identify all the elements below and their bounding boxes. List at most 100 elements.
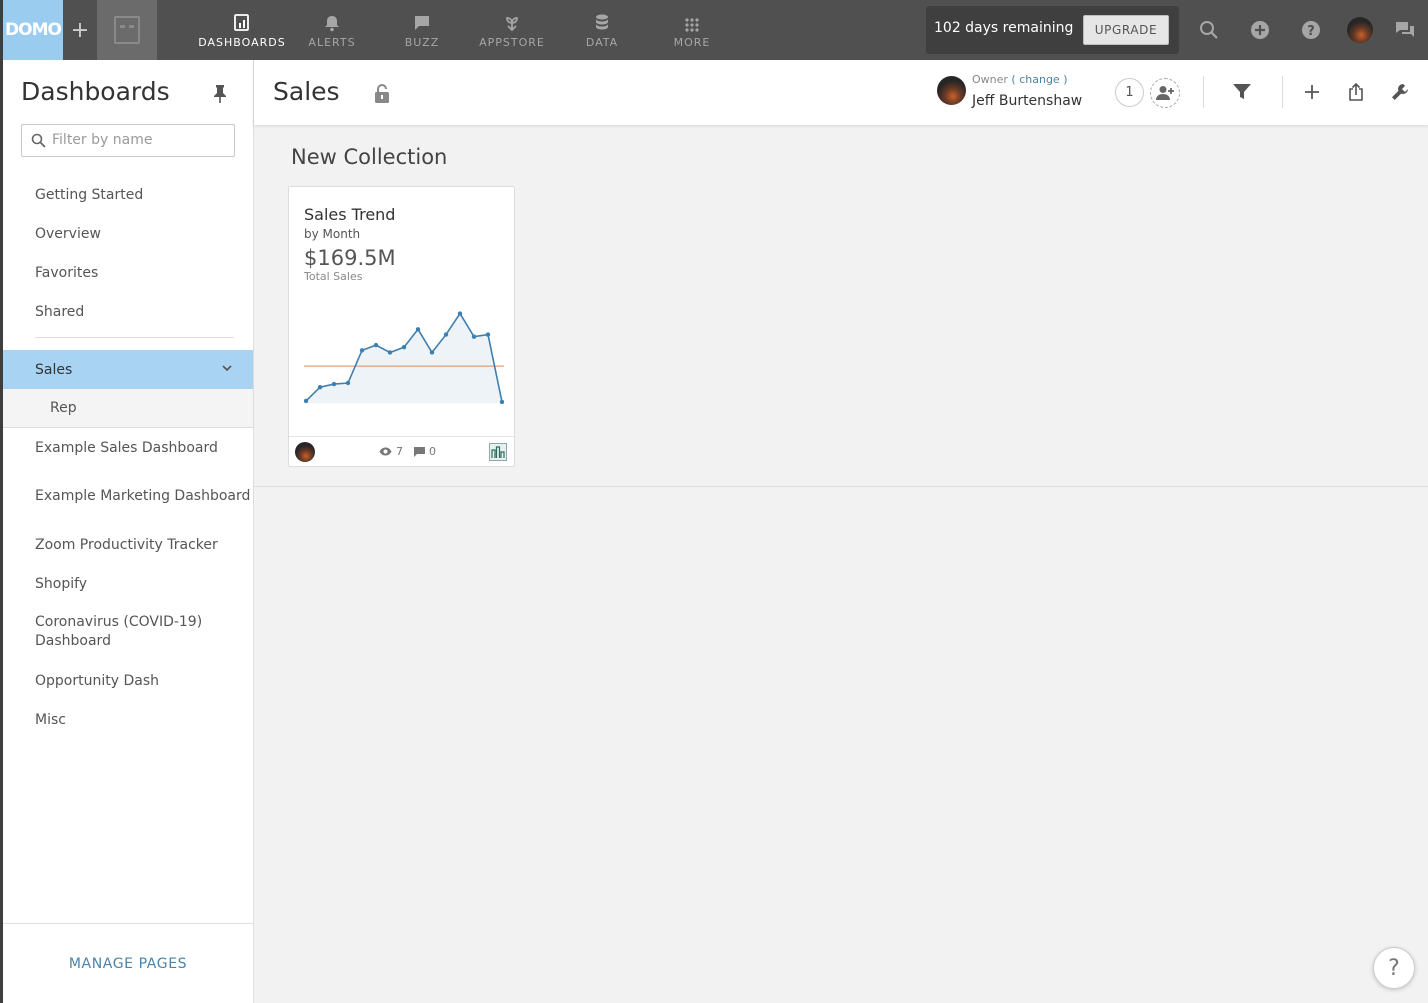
domo-logo[interactable]: DOMO [3, 0, 63, 60]
card-type-icon [489, 443, 507, 461]
sidebar-item-getting-started[interactable]: Getting Started [3, 175, 253, 214]
view-count-value: 7 [396, 445, 403, 458]
sidebar-title: Dashboards [21, 77, 170, 106]
owner-label-text: Owner [972, 73, 1008, 86]
upgrade-button[interactable]: UPGRADE [1083, 15, 1169, 45]
chat-icon [413, 12, 431, 32]
sales-trend-chart[interactable] [304, 297, 504, 417]
sidebar-item-favorites[interactable]: Favorites [3, 253, 253, 292]
chart-point[interactable] [471, 334, 477, 339]
nav-alerts-label: ALERTS [308, 35, 356, 49]
header-divider [1203, 76, 1204, 108]
sidebar-item-shared[interactable]: Shared [3, 292, 253, 331]
chart-point[interactable] [331, 381, 337, 387]
nav-more[interactable]: MORE [647, 0, 737, 60]
nav-buzz[interactable]: BUZZ [377, 0, 467, 60]
share-count-badge[interactable]: 1 [1115, 78, 1144, 107]
nav-appstore[interactable]: APPSTORE [467, 0, 557, 60]
sidebar-item-overview[interactable]: Overview [3, 214, 253, 253]
chart-point[interactable] [401, 345, 407, 350]
page-header: Sales Owner ( change ) Jeff Burtenshaw 1 [254, 60, 1428, 125]
add-card-icon[interactable] [1300, 80, 1324, 104]
page-title: Sales [273, 77, 340, 106]
chart-point[interactable] [317, 385, 323, 390]
add-plus-button[interactable]: + [66, 0, 94, 60]
card-title: Sales Trend [304, 205, 396, 224]
manage-pages-link[interactable]: MANAGE PAGES [3, 923, 253, 1003]
sidebar-subitem-rep[interactable]: Rep [3, 389, 253, 428]
sales-trend-card[interactable]: Sales Trend by Month $169.5M Total Sales… [288, 186, 515, 467]
chart-point[interactable] [373, 342, 379, 348]
filter-by-name-field[interactable] [21, 124, 235, 157]
collection-section: New Collection Sales Trend by Month $169… [254, 125, 1428, 487]
nav-appstore-label: APPSTORE [479, 35, 545, 49]
sidebar-item-label: Sales [35, 361, 73, 378]
add-circle-icon[interactable] [1248, 18, 1272, 42]
owner-avatar[interactable] [937, 76, 966, 105]
chart-point[interactable] [429, 350, 435, 355]
comment-count[interactable]: 0 [414, 445, 436, 458]
header-divider [1282, 76, 1283, 108]
grid-icon [685, 12, 699, 32]
search-icon[interactable] [1197, 18, 1221, 42]
chart-point[interactable] [359, 348, 365, 353]
add-person-icon[interactable] [1150, 78, 1180, 108]
chart-point[interactable] [415, 327, 421, 332]
chart-point[interactable] [387, 350, 393, 355]
dashboards-sidebar: Dashboards Getting Started Overview Favo… [3, 60, 254, 1003]
chevron-down-icon[interactable] [221, 362, 233, 378]
user-avatar[interactable] [1347, 17, 1373, 43]
share-export-icon[interactable] [1344, 80, 1368, 104]
nav-data[interactable]: DATA [557, 0, 647, 60]
trial-banner: 102 days remaining UPGRADE [926, 6, 1179, 54]
sidebar-item-zoom-productivity-tracker[interactable]: Zoom Productivity Tracker [3, 525, 253, 564]
card-footer: 7 0 [289, 436, 514, 466]
eye-icon [379, 447, 392, 456]
view-count: 7 [379, 445, 403, 458]
dashboards-icon [233, 12, 251, 32]
filter-input[interactable] [52, 132, 227, 148]
nav-alerts[interactable]: ALERTS [287, 0, 377, 60]
sidebar-item-coronavirus-dashboard[interactable]: Coronavirus (COVID-19) Dashboard [3, 603, 253, 661]
card-summary-label: Total Sales [304, 270, 363, 283]
help-fab-button[interactable]: ? [1373, 947, 1415, 989]
card-owner-avatar[interactable] [295, 442, 315, 462]
top-nav-bar: DOMO + DASHBOARDS ALERTS BUZZ APPSTORE D… [0, 0, 1428, 1003]
chart-point[interactable] [443, 332, 449, 337]
help-icon[interactable]: ? [1299, 18, 1323, 42]
sidebar-item-example-sales-dashboard[interactable]: Example Sales Dashboard [3, 428, 253, 467]
card-subtitle: by Month [304, 227, 361, 241]
comment-icon [414, 446, 425, 457]
svg-text:?: ? [1307, 24, 1315, 39]
nav-dashboards[interactable]: DASHBOARDS [197, 0, 287, 60]
window-edge [0, 0, 3, 1003]
trial-days-remaining: 102 days remaining [934, 20, 1074, 36]
database-icon [595, 12, 609, 32]
chart-point[interactable] [345, 380, 351, 386]
wrench-icon[interactable] [1388, 80, 1412, 104]
pin-icon[interactable] [213, 84, 227, 108]
lock-icon[interactable] [374, 84, 390, 108]
appstore-icon [503, 12, 521, 32]
nav-buzz-label: BUZZ [404, 35, 440, 49]
chart-point[interactable] [485, 332, 491, 337]
chart-area-fill [306, 313, 502, 403]
app-launcher-tile[interactable] [97, 0, 157, 60]
sidebar-item-misc[interactable]: Misc [3, 700, 253, 739]
nav-data-label: DATA [585, 35, 619, 49]
owner-label: Owner ( change ) [972, 73, 1067, 86]
card-summary-value: $169.5M [304, 246, 396, 270]
sidebar-item-opportunity-dash[interactable]: Opportunity Dash [3, 661, 253, 700]
filter-icon[interactable] [1230, 80, 1254, 104]
app-face-icon [114, 16, 140, 44]
sidebar-item-shopify[interactable]: Shopify [3, 564, 253, 603]
sidebar-item-example-marketing-dashboard[interactable]: Example Marketing Dashboard [3, 467, 253, 525]
collection-title[interactable]: New Collection [291, 145, 447, 169]
chart-point[interactable] [457, 311, 463, 316]
chart-point[interactable] [499, 399, 504, 405]
search-icon [31, 133, 46, 152]
chart-point[interactable] [304, 398, 309, 404]
messages-icon[interactable] [1393, 18, 1417, 42]
owner-change-link[interactable]: ( change ) [1011, 73, 1067, 86]
sidebar-item-sales[interactable]: Sales [3, 350, 253, 389]
